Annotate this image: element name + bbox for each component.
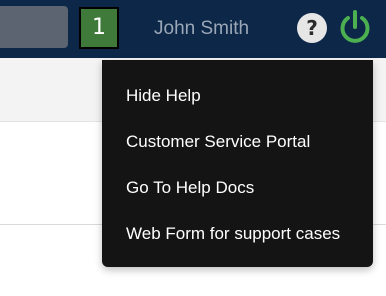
help-dropdown-menu: Hide Help Customer Service Portal Go To … <box>102 60 373 267</box>
user-name[interactable]: John Smith <box>154 18 249 40</box>
question-circle-icon[interactable]: ? <box>296 12 328 44</box>
power-icon[interactable] <box>337 9 373 45</box>
svg-text:?: ? <box>306 16 318 40</box>
menu-item-customer-service-portal[interactable]: Customer Service Portal <box>102 130 373 176</box>
top-navigation-bar: 1 John Smith ? <box>0 0 386 58</box>
menu-item-help-docs[interactable]: Go To Help Docs <box>102 176 373 222</box>
menu-item-hide-help[interactable]: Hide Help <box>102 84 373 130</box>
menu-item-web-form[interactable]: Web Form for support cases <box>102 222 373 268</box>
app-window: 1 John Smith ? Hide Help Customer Servic… <box>0 0 386 296</box>
notification-count: 1 <box>81 9 117 47</box>
notification-badge[interactable]: 1 <box>79 7 119 49</box>
search-input[interactable] <box>0 6 68 48</box>
